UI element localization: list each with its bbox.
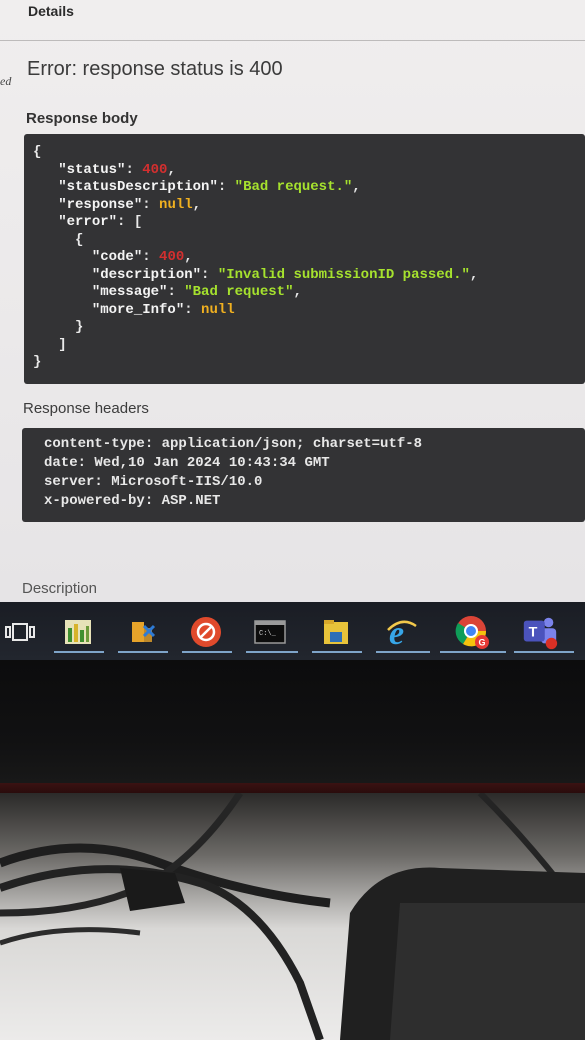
json-number: 400 bbox=[142, 161, 168, 178]
file-explorer-icon bbox=[324, 620, 348, 644]
cables-image bbox=[0, 793, 585, 1040]
svg-text:e: e bbox=[389, 615, 404, 650]
spreadsheet-app-button[interactable] bbox=[58, 612, 98, 652]
red-circle-app-icon bbox=[191, 617, 221, 647]
json-key: "code" bbox=[91, 249, 143, 265]
json-null: null bbox=[201, 301, 235, 318]
error-title: Error: response status is 400 bbox=[27, 58, 283, 80]
header-line: content-type: application/json; charset=… bbox=[44, 436, 423, 452]
svg-text:C:\_: C:\_ bbox=[259, 630, 277, 638]
response-body-label: Response body bbox=[26, 110, 138, 127]
active-indicator bbox=[54, 651, 104, 653]
internet-explorer-button[interactable]: e bbox=[382, 612, 422, 652]
json-brace: } bbox=[33, 354, 42, 370]
svg-text:T: T bbox=[529, 625, 538, 641]
divider bbox=[0, 40, 585, 41]
json-key: "more_Info" bbox=[91, 301, 185, 318]
chrome-icon: G bbox=[455, 616, 489, 649]
json-null: null bbox=[159, 196, 193, 213]
json-string: "Bad request." bbox=[234, 179, 353, 195]
header-line: date: Wed,10 Jan 2024 10:43:34 GMT bbox=[44, 455, 330, 471]
internet-explorer-icon: e bbox=[387, 615, 417, 650]
tools-app-button[interactable] bbox=[122, 612, 162, 652]
active-indicator bbox=[376, 651, 430, 653]
json-key: "status" bbox=[58, 161, 126, 178]
json-key: "description" bbox=[91, 266, 202, 283]
json-key: "error" bbox=[58, 214, 118, 230]
task-view-icon bbox=[5, 623, 35, 641]
active-indicator bbox=[182, 651, 232, 653]
json-string: "Invalid submissionID passed." bbox=[217, 266, 470, 283]
file-explorer-button[interactable] bbox=[316, 612, 356, 652]
json-key: "message" bbox=[91, 284, 168, 300]
json-number: 400 bbox=[159, 249, 185, 265]
json-key: "statusDescription" bbox=[58, 179, 218, 195]
svg-text:G: G bbox=[479, 638, 486, 648]
active-indicator bbox=[246, 651, 298, 653]
active-indicator bbox=[312, 651, 362, 653]
header-line: x-powered-by: ASP.NET bbox=[44, 493, 221, 509]
spreadsheet-app-icon bbox=[65, 620, 91, 644]
active-indicator bbox=[118, 651, 168, 653]
active-indicator bbox=[514, 651, 574, 653]
monitor-bezel bbox=[0, 660, 585, 795]
header-line: server: Microsoft-IIS/10.0 bbox=[44, 474, 263, 490]
command-prompt-button[interactable]: C:\_ bbox=[250, 612, 290, 652]
json-bracket: ] bbox=[58, 336, 67, 353]
json-key: "response" bbox=[58, 196, 143, 213]
red-circle-app-button[interactable] bbox=[186, 612, 226, 652]
active-indicator bbox=[440, 651, 506, 653]
teams-button[interactable]: T bbox=[520, 612, 560, 652]
description-label: Description bbox=[22, 580, 98, 597]
teams-icon: T bbox=[523, 617, 558, 650]
json-bracket: [ bbox=[133, 214, 143, 230]
cut-off-text: ed bbox=[0, 74, 12, 88]
task-view-button[interactable] bbox=[0, 612, 40, 652]
taskbar: C:\_ e G T bbox=[0, 602, 585, 660]
response-headers-label: Response headers bbox=[23, 400, 149, 417]
json-brace: } bbox=[75, 319, 84, 335]
command-prompt-icon: C:\_ bbox=[254, 620, 286, 644]
desk-surface bbox=[0, 793, 585, 1040]
response-headers-code[interactable]: content-type: application/json; charset=… bbox=[22, 428, 585, 522]
json-brace: { bbox=[75, 231, 84, 248]
tools-app-icon bbox=[132, 622, 156, 642]
response-body-code[interactable]: { "status": 400, "statusDescription": "B… bbox=[24, 134, 585, 384]
chrome-button[interactable]: G bbox=[452, 612, 492, 652]
bezel-edge bbox=[0, 783, 585, 793]
details-tab[interactable]: Details bbox=[28, 3, 74, 19]
json-brace: { bbox=[33, 144, 42, 160]
browser-screen: Details ed Error: response status is 400… bbox=[0, 0, 585, 602]
json-string: "Bad request" bbox=[184, 284, 294, 300]
